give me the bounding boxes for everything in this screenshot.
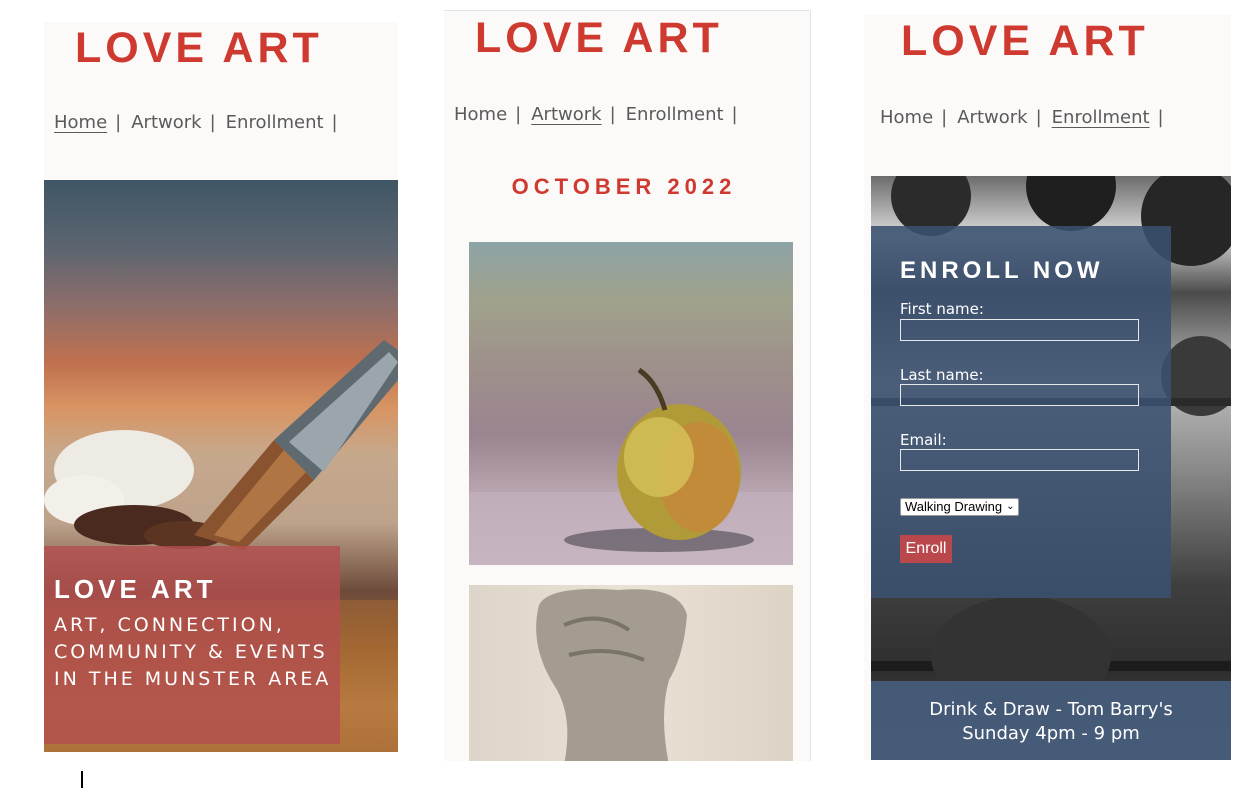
nav-artwork-link[interactable]: Artwork	[531, 104, 601, 125]
nav-enrollment-link[interactable]: Enrollment	[626, 104, 724, 125]
home-screen: LOVE ART Home | Artwork | Enrollment | LOVE A…	[44, 22, 398, 752]
event-footer-line1: Drink & Draw - Tom Barry's	[929, 699, 1173, 720]
nav-separator: |	[209, 112, 216, 133]
main-nav: Home | Artwork | Enrollment |	[54, 112, 348, 133]
artwork-torso-sketch[interactable]	[469, 585, 793, 761]
site-logo[interactable]: LOVE ART	[475, 14, 723, 63]
enroll-form-title: ENROLL NOW	[900, 257, 1104, 284]
site-logo[interactable]: LOVE ART	[901, 17, 1149, 66]
nav-separator: |	[331, 112, 338, 133]
text-cursor	[81, 771, 83, 788]
first-name-input[interactable]	[900, 319, 1139, 341]
nav-separator: |	[941, 107, 948, 128]
class-select-value: Walking Drawing	[905, 499, 1003, 514]
chevron-down-icon: ⌄	[1006, 501, 1015, 512]
hero-caption: LOVE ART ART, CONNECTION, COMMUNITY & EV…	[44, 546, 340, 744]
apple-illustration	[469, 367, 793, 565]
class-select[interactable]: Walking Drawing ⌄	[900, 498, 1020, 516]
enrollment-screen: LOVE ART Home | Artwork | Enrollment | ENROLL…	[864, 15, 1231, 760]
main-nav: Home | Artwork | Enrollment |	[454, 104, 748, 125]
nav-separator: |	[731, 104, 738, 125]
nav-home-link[interactable]: Home	[880, 107, 933, 128]
torso-sketch-illustration	[536, 589, 687, 761]
nav-separator: |	[609, 104, 616, 125]
nav-separator: |	[515, 104, 522, 125]
enroll-button[interactable]: Enroll	[900, 535, 952, 563]
nav-home-link[interactable]: Home	[54, 112, 107, 133]
last-name-label: Last name:	[900, 366, 984, 384]
nav-artwork-link[interactable]: Artwork	[131, 112, 201, 133]
hero-image-paintbrush: LOVE ART ART, CONNECTION, COMMUNITY & EV…	[44, 180, 398, 752]
email-input[interactable]	[900, 449, 1139, 471]
artwork-apple-painting[interactable]	[469, 242, 793, 565]
artwork-screen: LOVE ART Home | Artwork | Enrollment | OCTOBE…	[444, 10, 811, 761]
last-name-input[interactable]	[900, 384, 1139, 406]
site-logo[interactable]: LOVE ART	[75, 24, 323, 73]
main-nav: Home | Artwork | Enrollment |	[880, 107, 1174, 128]
hero-title: LOVE ART	[54, 574, 217, 604]
enroll-form: ENROLL NOW First name: Last name: Email:…	[871, 226, 1171, 598]
nav-artwork-link[interactable]: Artwork	[957, 107, 1027, 128]
month-heading: OCTOBER 2022	[511, 174, 737, 199]
nav-home-link[interactable]: Home	[454, 104, 507, 125]
event-footer-line2: Sunday 4pm - 9 pm	[962, 723, 1140, 744]
nav-enrollment-link[interactable]: Enrollment	[226, 112, 324, 133]
first-name-label: First name:	[900, 300, 984, 318]
nav-enrollment-link[interactable]: Enrollment	[1052, 107, 1150, 128]
nav-separator: |	[1157, 107, 1164, 128]
hero-subtitle: ART, CONNECTION, COMMUNITY & EVENTS IN T…	[54, 614, 332, 690]
nav-separator: |	[1035, 107, 1042, 128]
event-footer: Drink & Draw - Tom Barry's Sunday 4pm - …	[871, 681, 1231, 760]
email-label: Email:	[900, 431, 947, 449]
nav-separator: |	[115, 112, 122, 133]
